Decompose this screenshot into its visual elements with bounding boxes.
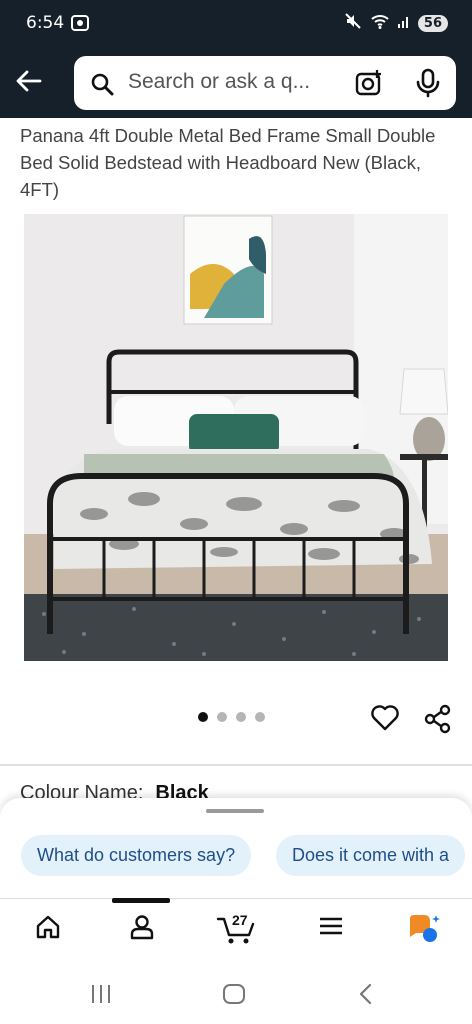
- product-image[interactable]: [24, 214, 448, 661]
- wishlist-heart-icon[interactable]: [370, 704, 400, 737]
- system-navigation-bar: [0, 964, 472, 1024]
- share-icon[interactable]: [424, 704, 452, 739]
- back-arrow-icon: [16, 70, 42, 92]
- pagination-dot[interactable]: [236, 712, 246, 722]
- home-system-icon[interactable]: [222, 983, 246, 1010]
- suggestion-chip[interactable]: What do customers say?: [21, 835, 252, 876]
- sheet-drag-handle[interactable]: [206, 809, 264, 813]
- search-icon: [90, 72, 114, 101]
- menu-icon[interactable]: [318, 913, 344, 944]
- battery-indicator: 56: [417, 15, 448, 32]
- pagination-dot[interactable]: [255, 712, 265, 722]
- pagination-dot[interactable]: [217, 712, 227, 722]
- back-button[interactable]: [14, 66, 46, 98]
- image-pagination[interactable]: [198, 712, 265, 722]
- pagination-dot[interactable]: [198, 712, 208, 722]
- mic-icon[interactable]: [414, 68, 442, 103]
- app-header: Search or ask a q...: [0, 48, 472, 118]
- wifi-icon: [370, 13, 390, 34]
- suggestions-sheet: What do customers say? Does it come with…: [0, 798, 472, 908]
- suggestion-chip[interactable]: Does it come with a: [276, 835, 466, 876]
- search-input[interactable]: Search or ask a q...: [74, 56, 456, 110]
- assistant-icon[interactable]: [406, 913, 442, 950]
- account-icon[interactable]: [128, 913, 156, 946]
- recent-apps-icon[interactable]: [90, 984, 112, 1009]
- section-divider: [0, 764, 472, 766]
- camera-icon[interactable]: [354, 68, 384, 103]
- signal-icon: [397, 14, 410, 33]
- status-time: 6:54: [26, 13, 65, 33]
- search-placeholder: Search or ask a q...: [128, 70, 311, 93]
- home-icon[interactable]: [34, 913, 62, 946]
- active-tab-indicator: [112, 898, 170, 903]
- mute-icon: [344, 12, 362, 35]
- status-bar: 6:54 56: [0, 0, 472, 48]
- screenshot-icon: [70, 14, 90, 37]
- back-system-icon[interactable]: [358, 983, 374, 1010]
- cart-count-badge: 27: [232, 912, 248, 928]
- bottom-navigation: [0, 898, 472, 964]
- product-title: Panana 4ft Double Metal Bed Frame Small …: [20, 125, 436, 200]
